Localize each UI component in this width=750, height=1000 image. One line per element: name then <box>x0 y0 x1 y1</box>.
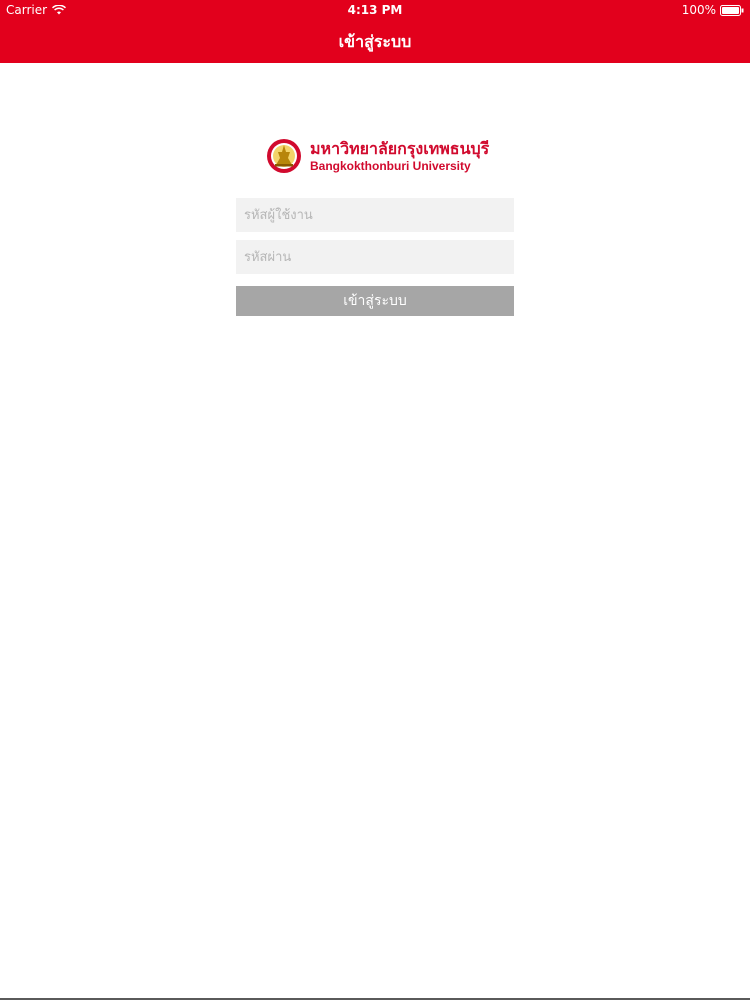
battery-percent: 100% <box>681 3 716 17</box>
status-right: 100% <box>682 0 744 20</box>
page-title: เข้าสู่ระบบ <box>338 32 412 51</box>
battery-icon <box>720 4 744 16</box>
university-logo: มหาวิทยาลัยกรุงเทพธนบุรี Bangkokthonburi… <box>266 132 489 180</box>
logo-thai-name: มหาวิทยาลัยกรุงเทพธนบุรี <box>310 138 490 158</box>
header-bar: Carrier 4:13 PM 100% เข้าสู่ระบบ <box>0 0 750 63</box>
status-bar: Carrier 4:13 PM 100% <box>0 0 750 20</box>
login-screen: Carrier 4:13 PM 100% เข้าสู่ระบบ มหาวิทย… <box>0 0 750 1000</box>
status-time: 4:13 PM <box>347 3 403 17</box>
password-input[interactable] <box>236 240 514 274</box>
university-emblem-icon <box>267 139 301 173</box>
logo-english-name: Bangkokthonburi University <box>310 158 471 173</box>
login-button[interactable]: เข้าสู่ระบบ <box>236 286 514 316</box>
username-input[interactable] <box>236 198 514 232</box>
logo-text: มหาวิทยาลัยกรุงเทพธนบุรี Bangkokthonburi… <box>310 139 489 174</box>
